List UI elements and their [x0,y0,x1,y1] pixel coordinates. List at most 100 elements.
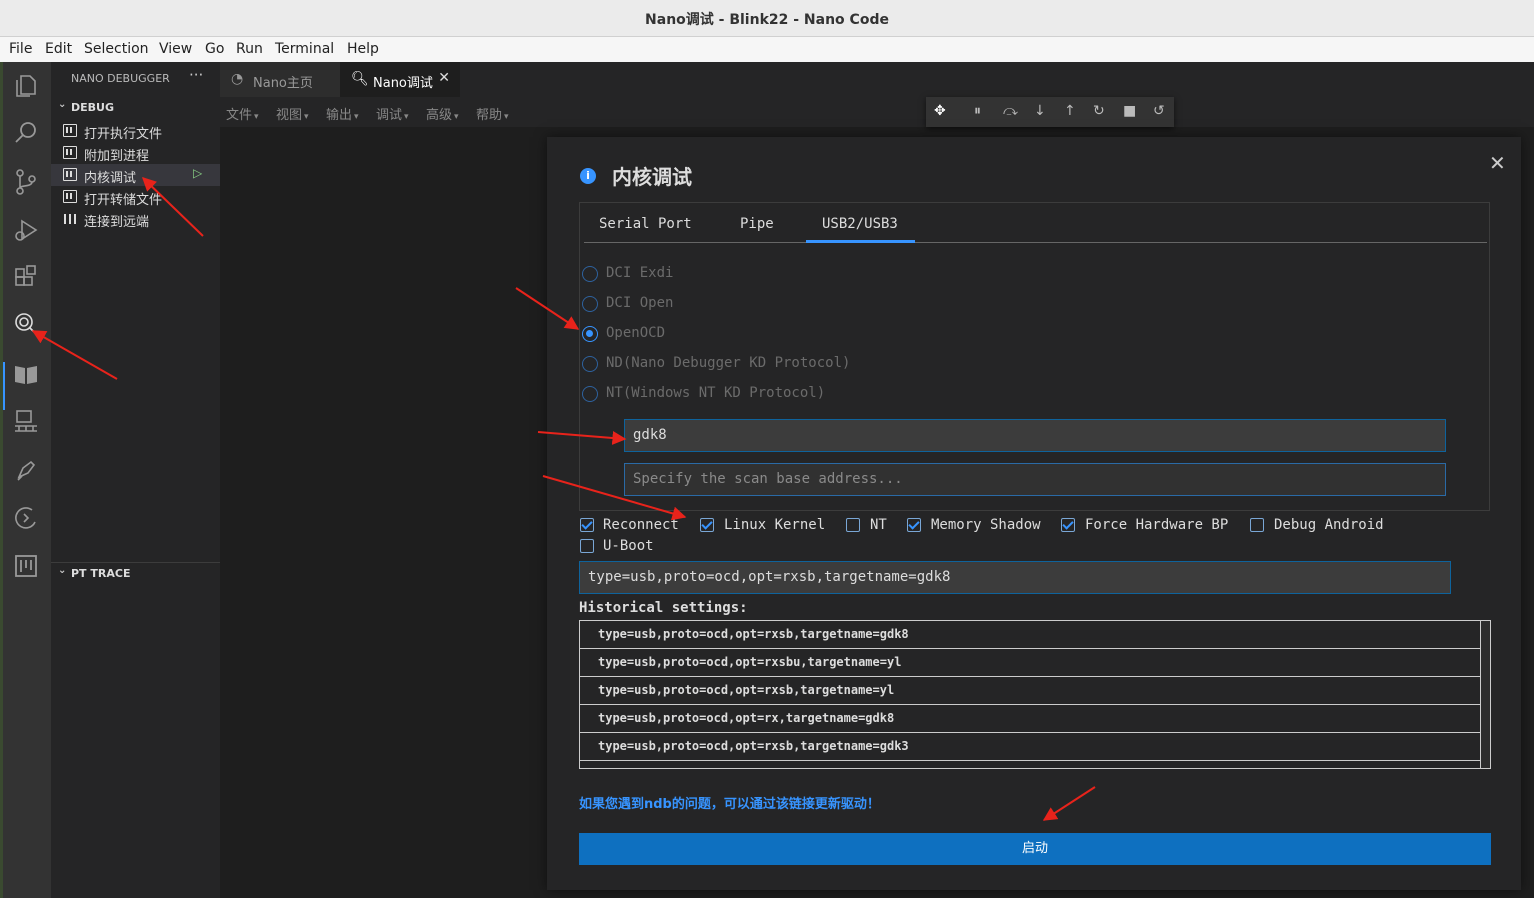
checkbox-box [1061,518,1075,532]
checkbox-label: Linux Kernel [724,517,826,533]
menu-help[interactable]: Help [347,41,379,57]
gauge-icon: ◔ [231,71,244,87]
history-item[interactable]: type=usb,proto=ocd,opt=rxsb,targetname=g… [580,733,1480,761]
debug-section-header[interactable]: ⌄ DEBUG [51,98,220,118]
editor-menu-output[interactable]: 输出 ▾ [326,104,359,123]
driver-update-link[interactable]: 如果您遇到ndb的问题，可以通过该链接更新驱动！ [579,793,880,812]
close-icon[interactable]: ✕ [438,70,450,86]
panel-icon [63,168,77,181]
book-icon[interactable] [10,358,42,390]
connection-panel: Serial Port Pipe USB2/USB3 DCI Exdi DCI … [579,202,1490,511]
history-item[interactable]: type=usb,proto=ocd,opt=rxsbu,targetname=… [580,649,1480,677]
tab-divider [584,242,1487,243]
close-icon[interactable]: ✕ [1489,151,1506,175]
tab-pipe[interactable]: Pipe [740,216,774,232]
extensions-icon[interactable] [10,262,42,294]
app-window: Nano调试 - Blink22 - Nano Code File Edit S… [0,0,1534,898]
remote-device-icon[interactable] [10,406,42,438]
more-actions-icon[interactable]: ··· [189,66,203,84]
tab-nano-home[interactable]: ◔ Nano主页 [220,62,340,97]
sidebar-item-label: 内核调试 [84,171,137,186]
tab-label: Nano调试 [373,76,433,91]
step-into-icon[interactable]: ↓ [1034,103,1046,119]
menu-selection[interactable]: Selection [84,41,149,57]
command-input[interactable]: type=usb,proto=ocd,opt=rxsb,targetname=g… [579,561,1451,594]
history-scrollbar[interactable] [1480,621,1490,768]
scan-base-address-input[interactable]: Specify the scan base address... [624,463,1446,496]
editor-menu-view[interactable]: 视图 ▾ [276,104,309,123]
sidebar-item-connect-remote[interactable]: 连接到远端 [51,208,220,230]
pt-trace-section-label: PT TRACE [71,567,131,580]
editor-menu-file[interactable]: 文件 ▾ [226,104,259,123]
source-control-icon[interactable] [10,166,42,198]
editor-menu-advanced[interactable]: 高级 ▾ [426,104,459,123]
sidebar-item-attach-process[interactable]: 附加到进程 [51,142,220,164]
tab-bar: ◔ Nano主页 🔍︎ Nano调试 ✕ [220,62,1534,97]
radio-label: ND(Nano Debugger KD Protocol) [606,355,851,371]
history-item[interactable]: type=usb,proto=ocd,opt=rxsb,targetname=y… [580,677,1480,705]
checkbox-label: U-Boot [603,538,654,554]
panel-icon [63,146,77,159]
history-item[interactable]: type=usb,proto=ocd,opt=rx,targetname=gdk… [580,705,1480,733]
sidebar-item-open-executable[interactable]: 打开执行文件 [51,120,220,142]
step-out-icon[interactable]: ↑ [1064,103,1076,119]
sidebar: NANO DEBUGGER ··· ⌄ DEBUG 打开执行文件 附加到进程 内… [51,62,220,898]
tab-nano-debug[interactable]: 🔍︎ Nano调试 ✕ [340,62,460,97]
checkbox-box [846,518,860,532]
sidebar-item-label: 附加到进程 [84,149,150,164]
window-edge [0,62,3,898]
target-name-input[interactable]: gdk8 [624,419,1446,452]
history-item-partial[interactable] [580,761,1480,768]
run-debug-icon[interactable] [10,214,42,246]
menu-go[interactable]: Go [205,41,224,57]
pin-icon[interactable] [10,454,42,486]
activity-bar [0,62,51,898]
restart-icon[interactable]: ↻ [1093,103,1105,119]
panel-icon [63,190,77,203]
menu-view[interactable]: View [159,41,192,57]
pt-trace-section-header[interactable]: ⌄ PT TRACE [51,564,220,584]
editor-menu-bar: 文件 ▾ 视图 ▾ 输出 ▾ 调试 ▾ 高级 ▾ 帮助 ▾ [220,97,1534,127]
kernel-debug-dialog: i 内核调试 ✕ Serial Port Pipe USB2/USB3 DCI … [547,137,1521,890]
radio-circle [582,296,598,312]
pause-icon[interactable]: ⏸ [974,103,981,119]
chevron-down-icon: ⌄ [58,565,67,576]
sidebar-item-open-dump[interactable]: 打开转储文件 [51,186,220,208]
history-label: Historical settings: [579,600,748,616]
radio-circle-checked [582,326,598,342]
debug-toolbar: ✥ ⏸ ⤼ ↓ ↑ ↻ ■ ↺ [926,97,1174,127]
tab-usb[interactable]: USB2/USB3 [822,216,898,232]
tab-serial-port[interactable]: Serial Port [599,216,692,232]
sidebar-item-label: 打开执行文件 [84,127,163,142]
board-icon[interactable] [10,550,42,582]
step-over-icon[interactable]: ⤼ [1003,103,1018,119]
dialog-title: 内核调试 [612,165,692,189]
history-list: type=usb,proto=ocd,opt=rxsb,targetname=g… [579,620,1491,769]
menu-edit[interactable]: Edit [45,41,72,57]
stop-icon[interactable]: ■ [1123,103,1136,119]
play-icon[interactable]: ▷ [193,166,202,180]
editor-menu-help[interactable]: 帮助 ▾ [476,104,509,123]
disconnect-icon[interactable]: ↺ [1153,103,1165,119]
menu-terminal[interactable]: Terminal [275,41,334,57]
history-item[interactable]: type=usb,proto=ocd,opt=rxsb,targetname=g… [580,621,1480,649]
checkbox-box [580,539,594,553]
magnifier-icon: 🔍︎ [351,71,369,87]
debug-section-label: DEBUG [71,101,114,114]
editor-menu-debug[interactable]: 调试 ▾ [376,104,409,123]
divider [51,562,220,563]
menu-file[interactable]: File [9,41,32,57]
active-tab-indicator [806,240,915,243]
explorer-icon[interactable] [10,70,42,102]
nano-debugger-icon[interactable] [10,309,42,341]
panel-icon [63,124,77,137]
start-button[interactable]: 启动 [579,833,1491,865]
sidebar-item-kernel-debug[interactable]: 内核调试 ▷ [51,164,220,186]
title-bar: Nano调试 - Blink22 - Nano Code [0,0,1534,37]
trace-icon[interactable] [10,502,42,534]
radio-label: DCI Exdi [606,265,674,281]
menu-run[interactable]: Run [236,41,263,57]
checkbox-label: Force Hardware BP [1085,517,1229,533]
search-icon[interactable] [10,117,42,149]
drag-handle-icon[interactable]: ✥ [934,103,946,119]
